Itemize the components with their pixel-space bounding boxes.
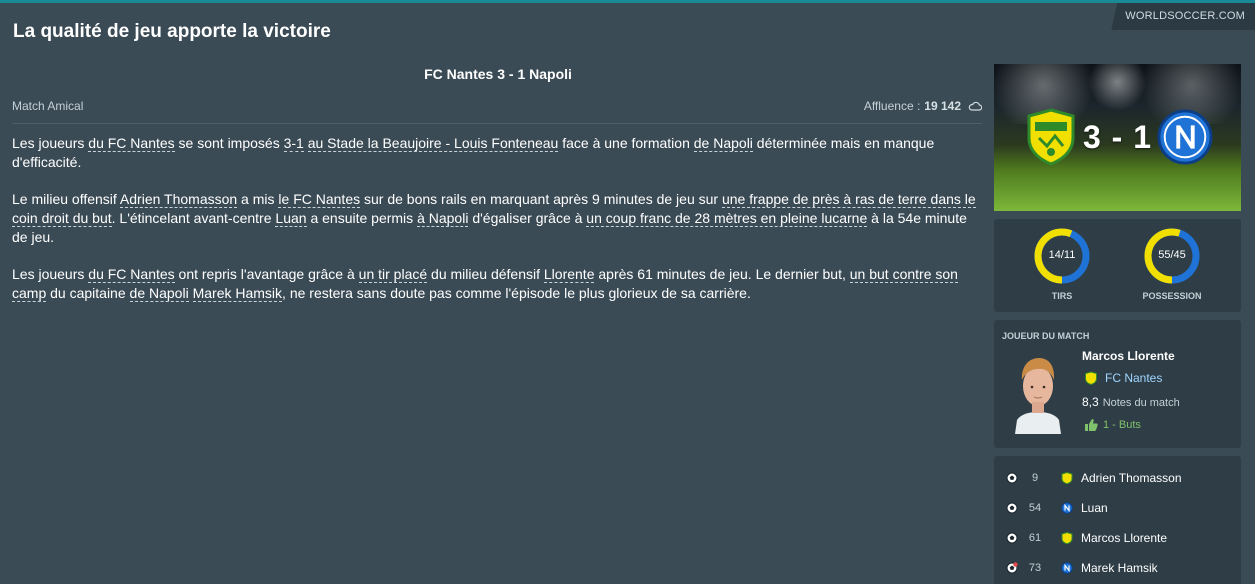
- attendance-value: 19 142: [924, 99, 961, 113]
- page-title: La qualité de jeu apporte la victoire: [13, 21, 331, 42]
- article-link[interactable]: un tir placé: [358, 266, 428, 283]
- fc-nantes-club-icon: [1061, 531, 1073, 545]
- article-text: ont repris l'avantage grâce à: [174, 266, 359, 282]
- article-link[interactable]: de Napoli: [693, 135, 753, 152]
- man-of-the-match-panel: JOUEUR DU MATCH Marcos Llorente FC Nante…: [994, 320, 1241, 448]
- article-text: après 61 minutes de jeu. Le dernier but,: [594, 266, 850, 282]
- source-tag: WORLDSOCCER.COM: [1111, 3, 1255, 30]
- match-meta-row: Match Amical Affluence : 19 142: [12, 99, 982, 124]
- article-text: face à une formation: [558, 135, 694, 151]
- competition-label: Match Amical: [12, 99, 84, 113]
- match-stats-panel: 14/11 TIRS 55/45 POSSESSION: [994, 219, 1241, 312]
- ball-icon: [1006, 472, 1018, 484]
- article-link[interactable]: le FC Nantes: [278, 191, 361, 208]
- match-title: FC Nantes 3 - 1 Napoli: [424, 66, 572, 82]
- motm-player-name[interactable]: Marcos Llorente: [1082, 349, 1175, 363]
- article-main: FC Nantes 3 - 1 Napoli Match Amical Affl…: [12, 58, 982, 321]
- article-link[interactable]: du FC Nantes: [88, 135, 175, 152]
- goal-minute: 61: [1028, 532, 1042, 544]
- article-link[interactable]: Llorente: [543, 266, 595, 283]
- report-paragraph-2: Le milieu offensif Adrien Thomasson a mi…: [12, 190, 982, 247]
- shots-label: TIRS: [1051, 291, 1073, 301]
- thumbs-up-icon: [1085, 419, 1098, 431]
- attendance: Affluence : 19 142: [864, 99, 982, 113]
- possession-value: 55/45: [1158, 249, 1186, 261]
- article-text: sur de bons rails en marquant après 9 mi…: [360, 191, 722, 207]
- goal-minute: 54: [1028, 502, 1042, 514]
- shots-value: 14/11: [1048, 249, 1076, 261]
- article-link[interactable]: Marek Hamsik: [192, 285, 283, 302]
- goal-minute: 9: [1031, 472, 1039, 484]
- article-text: [189, 285, 193, 301]
- napoli-club-icon: [1061, 502, 1073, 514]
- article-text: . L'étincelant avant-centre: [111, 210, 276, 226]
- goal-row[interactable]: 61 Marcos Llorente: [994, 528, 1241, 548]
- top-accent-bar: [0, 0, 1255, 3]
- possession-stat[interactable]: 55/45 POSSESSION: [1142, 226, 1202, 301]
- article-text: d'égaliser grâce à: [468, 210, 587, 226]
- goals-timeline-panel: 9 Adrien Thomasson 54 Luan 61 Marcos Lloren…: [994, 456, 1241, 584]
- article-link[interactable]: au Stade la Beaujoire - Louis Fonteneau: [307, 135, 559, 152]
- match-report: Les joueurs du FC Nantes se sont imposés…: [12, 134, 982, 303]
- report-paragraph-1: Les joueurs du FC Nantes se sont imposés…: [12, 134, 982, 172]
- motm-rating: 8,3 Notes du match: [1082, 395, 1180, 409]
- motm-rating-label: Notes du match: [1102, 397, 1180, 409]
- article-text: a ensuite permis: [306, 210, 418, 226]
- goal-row[interactable]: 73 Marek Hamsik: [994, 558, 1241, 578]
- article-text: Les joueurs: [12, 135, 89, 151]
- article-text: se sont imposés: [174, 135, 284, 151]
- napoli-club-icon: [1061, 562, 1073, 574]
- article-link[interactable]: 3-1: [283, 135, 304, 152]
- article-link[interactable]: un coup franc de 28 mètres en pleine luc…: [586, 210, 868, 227]
- motm-goals: 1 - Buts: [1084, 418, 1141, 431]
- napoli-crest-icon[interactable]: [1157, 108, 1213, 166]
- cloud-icon: [968, 101, 982, 111]
- motm-rating-value: 8,3: [1082, 395, 1099, 409]
- goal-row[interactable]: 54 Luan: [994, 498, 1241, 518]
- motm-club-name: FC Nantes: [1105, 371, 1163, 385]
- article-text: du milieu défensif: [427, 266, 544, 282]
- scoreboard-panel: 3 - 1: [994, 64, 1241, 211]
- article-text: , ne restera sans doute pas comme l'épis…: [282, 285, 751, 301]
- motm-heading: JOUEUR DU MATCH: [1002, 331, 1090, 341]
- ball-icon: [1006, 502, 1018, 514]
- ball-icon: [1006, 532, 1018, 544]
- goal-scorer[interactable]: Luan: [1081, 501, 1108, 515]
- goal-minute: 73: [1028, 562, 1042, 574]
- article-text: a mis: [237, 191, 279, 207]
- report-paragraph-3: Les joueurs du FC Nantes ont repris l'av…: [12, 265, 982, 303]
- player-portrait[interactable]: [1009, 350, 1067, 434]
- article-link[interactable]: à Napoli: [417, 210, 469, 227]
- article-link[interactable]: Luan: [275, 210, 307, 227]
- article-link[interactable]: Adrien Thomasson: [119, 191, 238, 208]
- article-text: du capitaine: [46, 285, 130, 301]
- goal-scorer[interactable]: Marek Hamsik: [1081, 561, 1158, 575]
- article-link[interactable]: du FC Nantes: [88, 266, 175, 283]
- goal-scorer[interactable]: Adrien Thomasson: [1081, 471, 1182, 485]
- article-text: Le milieu offensif: [12, 191, 120, 207]
- possession-label: POSSESSION: [1142, 291, 1202, 301]
- motm-club[interactable]: FC Nantes: [1084, 371, 1162, 385]
- motm-goals-text: 1 - Buts: [1103, 418, 1141, 431]
- fc-nantes-club-icon: [1061, 471, 1073, 485]
- goal-scorer[interactable]: Marcos Llorente: [1081, 531, 1167, 545]
- goal-row[interactable]: 9 Adrien Thomasson: [994, 468, 1241, 488]
- shots-stat[interactable]: 14/11 TIRS: [1032, 226, 1092, 301]
- article-link[interactable]: de Napoli: [129, 285, 189, 302]
- article-text: Les joueurs: [12, 266, 89, 282]
- own-goal-ball-icon: [1006, 562, 1018, 574]
- attendance-label: Affluence :: [863, 99, 921, 113]
- fc-nantes-club-icon: [1085, 371, 1097, 385]
